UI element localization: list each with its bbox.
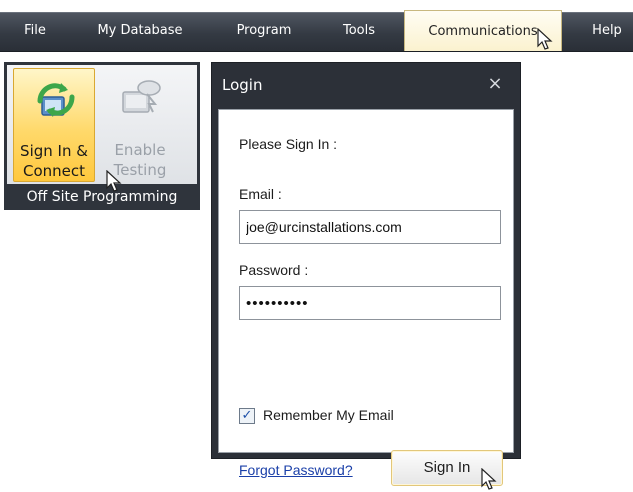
sign-in-label-line1: Sign In & [20,142,88,160]
forgot-password-link[interactable]: Forgot Password? [239,462,353,478]
enable-testing-button[interactable]: Enable Testing [99,68,181,182]
sign-in-label-line2: Connect [22,162,86,180]
mouse-pointer-icon [481,468,497,490]
menu-tools[interactable]: Tools [328,12,390,50]
menu-my-database[interactable]: My Database [82,12,198,50]
menu-program[interactable]: Program [222,12,306,50]
menu-file[interactable]: File [12,12,58,50]
dialog-body: Please Sign In : Email : Password : ✓ Re… [218,109,514,490]
enable-label-line1: Enable [114,141,166,159]
sign-in-connect-button[interactable]: Sign In & Connect [13,68,95,182]
please-sign-in-text: Please Sign In : [239,136,338,152]
menu-bar: File My Database Program Tools Communica… [0,0,633,52]
email-label: Email : [239,186,282,202]
cloud-connect-icon [37,83,75,117]
password-label: Password : [239,262,309,278]
cloud-test-icon [122,80,161,113]
mouse-pointer-icon [537,28,553,50]
mouse-pointer-icon [106,170,122,192]
group-label: Off Site Programming [26,189,178,205]
ribbon-panel: Sign In & Connect Enable Testing [7,65,197,184]
off-site-programming-group: Sign In & Connect Enable Testing Off Sit… [4,62,200,210]
remember-email-label: Remember My Email [263,407,394,423]
email-field[interactable] [239,210,501,244]
password-field[interactable] [239,286,501,320]
remember-email-checkbox[interactable]: ✓ [239,408,255,424]
login-dialog: Login × Please Sign In : Email : Passwor… [211,62,521,490]
menu-help[interactable]: Help [582,12,632,50]
close-icon[interactable]: × [482,71,508,97]
dialog-title: Login [222,76,263,94]
